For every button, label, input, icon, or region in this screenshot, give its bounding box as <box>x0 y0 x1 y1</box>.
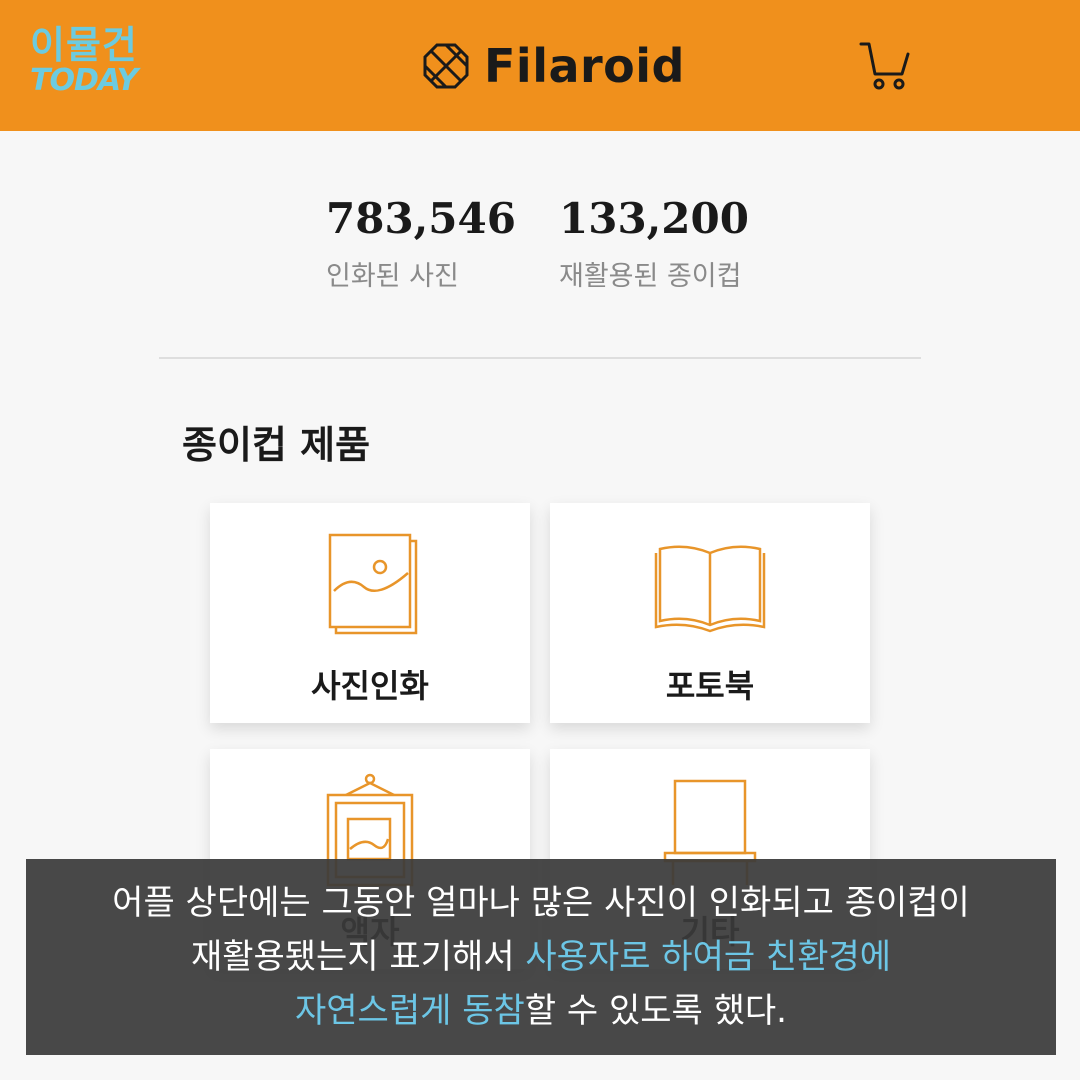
stat-label: 재활용된 종이컵 <box>559 261 742 292</box>
section-title: 종이컵 제품 <box>182 423 371 467</box>
stat-value: 133,200 <box>559 194 749 243</box>
watermark-logo: 이뮬건 TODAY <box>30 26 138 96</box>
stat-label: 인화된 사진 <box>326 261 459 292</box>
caption-line-1: 어플 상단에는 그동안 얼마나 많은 사진이 인화되고 종이컵이 <box>112 883 970 923</box>
caption-highlight: 사용자로 하여금 친환경에 <box>525 937 892 977</box>
product-label: 사진인화 <box>311 667 429 705</box>
product-card-photo-print[interactable]: 사진인화 <box>210 503 530 723</box>
photobook-icon <box>654 545 766 633</box>
caption-line-2: 재활용됐는지 표기해서 사용자로 하여금 친환경에 <box>26 930 1056 984</box>
stat-printed-photos: 783,546 인화된 사진 <box>326 198 516 293</box>
cart-icon <box>859 42 910 90</box>
caption-highlight: 자연스럽게 동참 <box>295 991 525 1031</box>
caption-text: 할 수 있도록 했다. <box>524 991 787 1031</box>
caption-line-3: 자연스럽게 동참할 수 있도록 했다. <box>26 984 1056 1038</box>
product-label: 포토북 <box>665 667 755 705</box>
stat-recycled-cups: 133,200 재활용된 종이컵 <box>559 198 749 293</box>
brand-logo-icon <box>423 43 469 89</box>
watermark-bottom: TODAY <box>30 63 138 98</box>
cart-button[interactable] <box>858 40 912 92</box>
brand-logo[interactable]: Filaroid <box>422 39 685 93</box>
brand-name: Filaroid <box>484 39 685 93</box>
app-header: 이뮬건 TODAY Filaroid <box>0 0 1080 131</box>
photo-print-icon <box>328 533 418 635</box>
stat-value: 783,546 <box>326 194 516 243</box>
divider <box>159 357 921 359</box>
caption-overlay: 어플 상단에는 그동안 얼마나 많은 사진이 인화되고 종이컵이 재활용됐는지 … <box>26 859 1056 1055</box>
watermark-top: 이뮬건 <box>30 23 138 67</box>
product-card-photobook[interactable]: 포토북 <box>550 503 870 723</box>
caption-text: 재활용됐는지 표기해서 <box>190 937 526 977</box>
